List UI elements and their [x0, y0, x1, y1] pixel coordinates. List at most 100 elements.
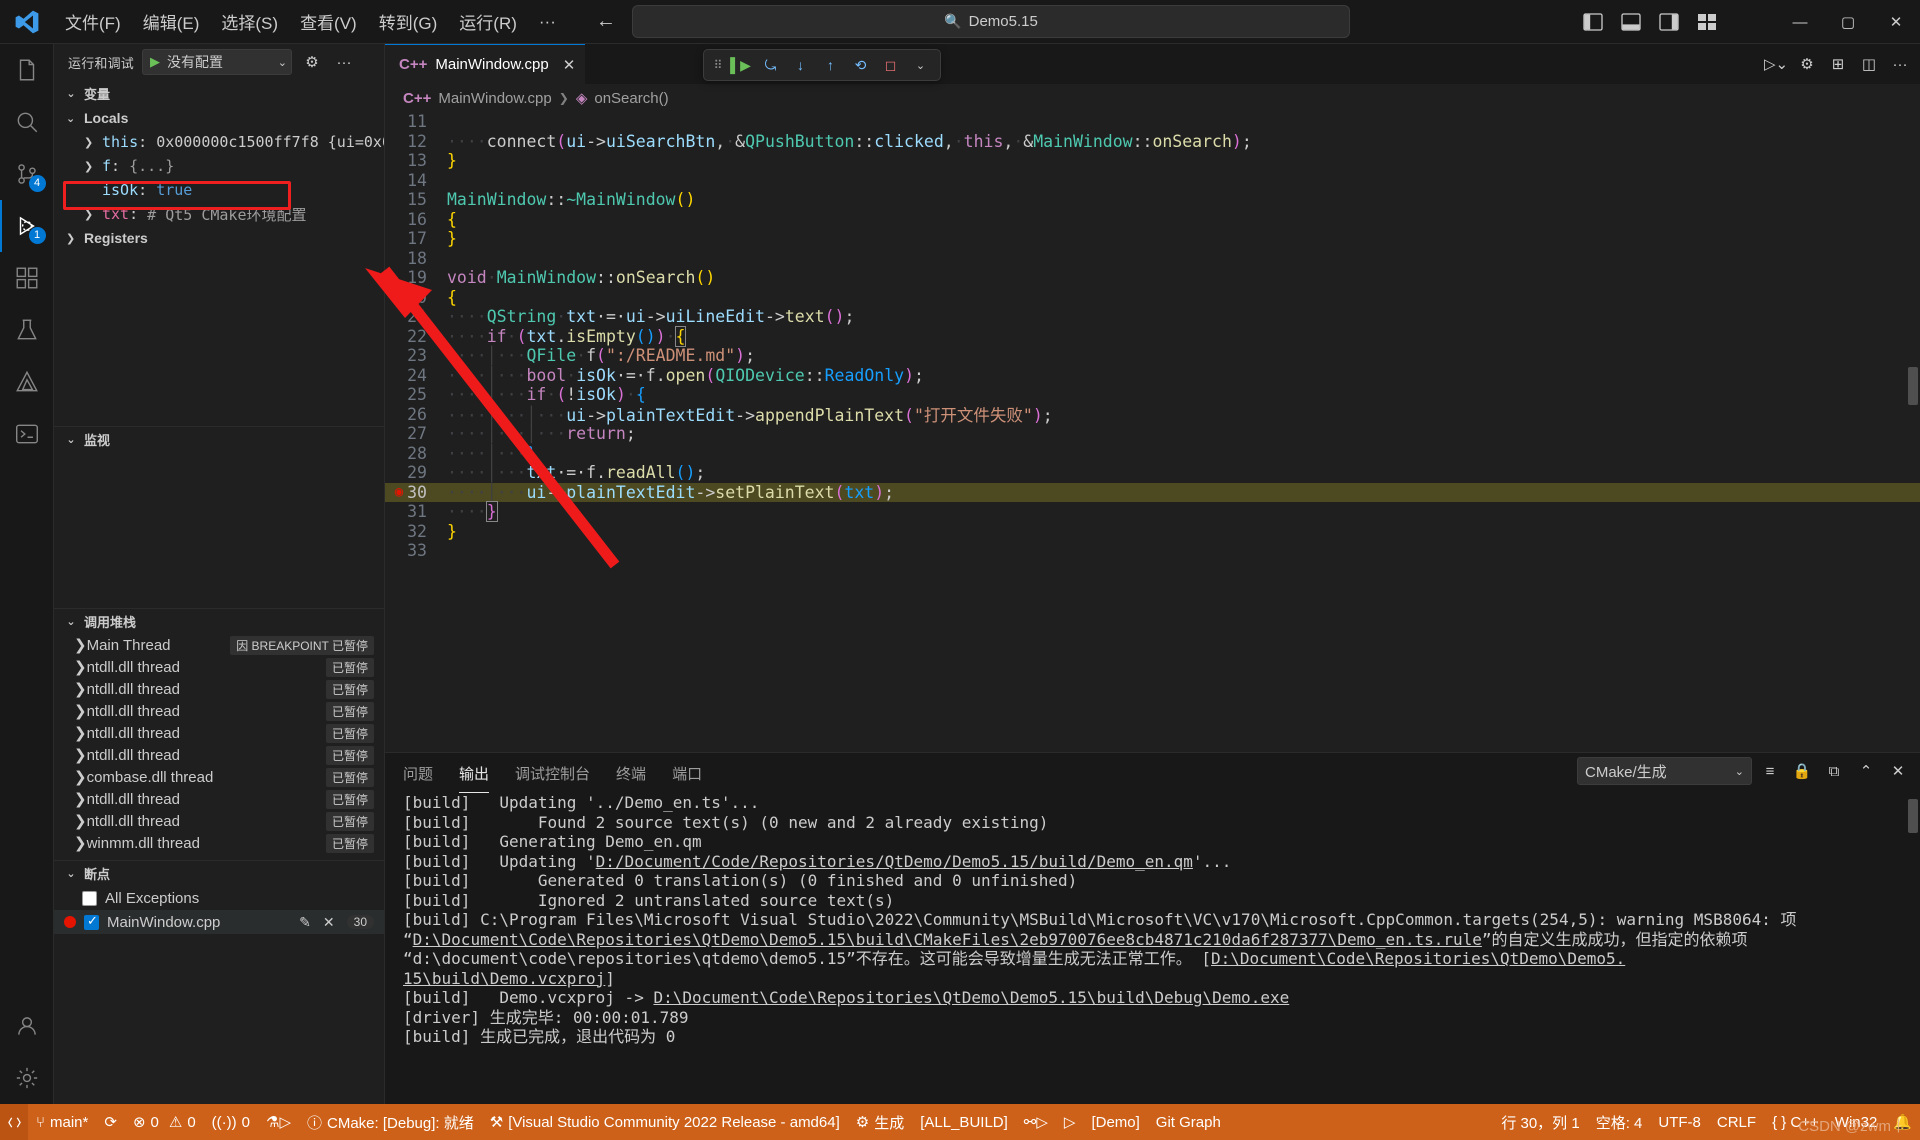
- menu-edit[interactable]: 编辑(E): [132, 5, 211, 38]
- tab-ports[interactable]: 端口: [672, 753, 702, 793]
- chevron-right-icon[interactable]: ❯: [84, 208, 102, 221]
- activity-remote-terminal[interactable]: [0, 408, 54, 460]
- minimize-button[interactable]: —: [1776, 0, 1824, 44]
- step-into-icon[interactable]: ↓: [787, 52, 814, 78]
- code-line[interactable]: 23 ····│···QFile·f(":/README.md");: [385, 346, 1920, 366]
- debug-configuration-select[interactable]: ▶ 没有配置 ⌄: [142, 49, 293, 75]
- variable-row-txt[interactable]: ❯ txt : # Qt5 CMake环境配置: [54, 202, 384, 226]
- chevron-right-icon[interactable]: ❯: [74, 812, 87, 830]
- status-build-target[interactable]: [ALL_BUILD]: [912, 1104, 1016, 1140]
- split-editor-icon[interactable]: ◫: [1855, 50, 1883, 78]
- code-line[interactable]: 15 MainWindow::~MainWindow(): [385, 190, 1920, 210]
- step-out-icon[interactable]: ↑: [817, 52, 844, 78]
- callstack-thread-row[interactable]: ❯ ntdll.dll thread 已暂停: [54, 678, 384, 700]
- code-line[interactable]: 22 ····if·(txt.isEmpty())·{: [385, 325, 1920, 347]
- toggle-primary-sidebar-icon[interactable]: [1576, 5, 1610, 39]
- breakpoint-gutter-icon[interactable]: ◉: [390, 484, 408, 500]
- section-callstack[interactable]: ⌄ 调用堆栈: [54, 608, 384, 634]
- editor-scrollbar[interactable]: [1906, 112, 1920, 636]
- menu-more[interactable]: ···: [528, 8, 567, 36]
- continue-icon[interactable]: ▌▶: [727, 52, 754, 78]
- code-line[interactable]: 12 ····connect(ui->uiSearchBtn,·&QPushBut…: [385, 132, 1920, 152]
- callstack-thread-row[interactable]: ❯ ntdll.dll thread 已暂停: [54, 744, 384, 766]
- status-branch[interactable]: ⑂ main*: [28, 1104, 96, 1140]
- status-encoding[interactable]: UTF-8: [1650, 1104, 1709, 1140]
- code-line[interactable]: 31 ····}: [385, 501, 1920, 523]
- status-launch-target-name[interactable]: [Demo]: [1083, 1104, 1147, 1140]
- callstack-thread-row[interactable]: ❯ ntdll.dll thread 已暂停: [54, 788, 384, 810]
- scrollbar-thumb[interactable]: [1908, 367, 1918, 405]
- chevron-right-icon[interactable]: ❯: [74, 768, 87, 786]
- activity-run-and-debug[interactable]: 1: [0, 200, 54, 252]
- panel-scrollbar-thumb[interactable]: [1908, 799, 1918, 833]
- start-debug-icon[interactable]: ▶: [150, 54, 160, 70]
- code-line[interactable]: 18: [385, 249, 1920, 269]
- activity-extensions[interactable]: [0, 252, 54, 304]
- status-debug-alt[interactable]: ⚗▷: [258, 1104, 299, 1140]
- close-button[interactable]: ✕: [1872, 0, 1920, 44]
- stop-icon[interactable]: ◻: [877, 52, 904, 78]
- chevron-right-icon[interactable]: ❯: [66, 232, 84, 245]
- run-or-debug-icon[interactable]: ▷⌄: [1762, 50, 1790, 78]
- collapse-panel-icon[interactable]: ⌃: [1852, 757, 1880, 785]
- chevron-right-icon[interactable]: ❯: [74, 746, 87, 764]
- activity-source-control[interactable]: 4: [0, 148, 54, 200]
- status-git-graph[interactable]: Git Graph: [1148, 1104, 1229, 1140]
- breadcrumb-file[interactable]: MainWindow.cpp: [438, 90, 551, 107]
- status-cmake-kit[interactable]: ⚒ [Visual Studio Community 2022 Release …: [482, 1104, 848, 1140]
- variables-scope-registers[interactable]: ❯ Registers: [54, 226, 384, 250]
- status-sync[interactable]: ⟳: [96, 1104, 125, 1140]
- sidebar-more-actions-icon[interactable]: ···: [332, 50, 356, 74]
- activity-settings[interactable]: [0, 1052, 54, 1104]
- code-line[interactable]: 29 ····│···txt·=·f.readAll();: [385, 463, 1920, 483]
- chevron-right-icon[interactable]: ❯: [74, 790, 87, 808]
- chevron-right-icon[interactable]: ❯: [74, 680, 87, 698]
- checkbox[interactable]: [84, 913, 99, 930]
- callstack-thread-row[interactable]: ❯ ntdll.dll thread 已暂停: [54, 700, 384, 722]
- code-line[interactable]: ◉ 30 ····│···ui->plainTextEdit->setPlainTe…: [385, 482, 1920, 502]
- callstack-thread-row[interactable]: ❯ ntdll.dll thread 已暂停: [54, 810, 384, 832]
- code-line[interactable]: 32}: [385, 522, 1920, 542]
- callstack-thread-row[interactable]: ❯ combase.dll thread 已暂停: [54, 766, 384, 788]
- chevron-right-icon[interactable]: ❯: [74, 834, 87, 852]
- status-launch-target[interactable]: ▷: [1056, 1104, 1084, 1140]
- chevron-right-icon[interactable]: ❯: [74, 702, 87, 720]
- code-line[interactable]: 28 ····│···}: [385, 444, 1920, 464]
- output-content[interactable]: [build] Updating '../Demo_en.ts'... [buil…: [385, 793, 1908, 1104]
- chevron-right-icon[interactable]: ❯: [74, 636, 87, 654]
- menu-run[interactable]: 运行(R): [448, 5, 528, 38]
- test-coverage-icon[interactable]: ⊞: [1824, 50, 1852, 78]
- callstack-thread-row[interactable]: ❯ ntdll.dll thread 已暂停: [54, 722, 384, 744]
- output-link[interactable]: D:/Document/Code/Repositories/QtDemo/Dem…: [596, 852, 1193, 871]
- code-line[interactable]: 19 void·MainWindow::onSearch(): [385, 268, 1920, 288]
- activity-cmake[interactable]: [0, 356, 54, 408]
- customize-layout-icon[interactable]: [1690, 5, 1724, 39]
- remote-window-icon[interactable]: [0, 1104, 28, 1140]
- tab-terminal[interactable]: 终端: [616, 753, 646, 793]
- toggle-secondary-sidebar-icon[interactable]: [1652, 5, 1686, 39]
- dropdown-icon[interactable]: ⌄: [907, 52, 934, 78]
- code-line[interactable]: 26 ····│···│···ui->plainTextEdit->appendP…: [385, 405, 1920, 426]
- status-cursor-position[interactable]: 行 30，列 1: [1493, 1104, 1587, 1140]
- lock-scroll-icon[interactable]: 🔒: [1788, 757, 1816, 785]
- variable-row-isok[interactable]: isOk : true: [54, 178, 384, 202]
- code-line[interactable]: 16 {: [385, 210, 1920, 230]
- chevron-right-icon[interactable]: ❯: [74, 724, 87, 742]
- variable-row-this[interactable]: ❯ this : 0x000000c1500ff7f8 {ui=0x000002…: [54, 130, 384, 154]
- status-cmake-state[interactable]: ⓘ CMake: [Debug]: 就绪: [299, 1104, 482, 1140]
- section-variables[interactable]: ⌄ 变量: [54, 80, 384, 106]
- chevron-right-icon[interactable]: ❯: [84, 136, 102, 149]
- section-breakpoints[interactable]: ⌄ 断点: [54, 860, 384, 886]
- output-link[interactable]: 15\build\Demo.vcxproj: [403, 969, 605, 988]
- menu-selection[interactable]: 选择(S): [210, 5, 289, 38]
- status-debug-target[interactable]: ⚯▷: [1016, 1104, 1056, 1140]
- toggle-panel-icon[interactable]: [1614, 5, 1648, 39]
- output-link[interactable]: D:\Document\Code\Repositories\QtDemo\Dem…: [413, 930, 1482, 949]
- code-line[interactable]: 21 ····QString·txt·=·ui->uiLineEdit->text…: [385, 307, 1920, 327]
- tab-debug-console[interactable]: 调试控制台: [515, 753, 590, 793]
- code-line[interactable]: 14: [385, 171, 1920, 191]
- clear-output-icon[interactable]: ≡: [1756, 757, 1784, 785]
- chevron-right-icon[interactable]: ❯: [74, 658, 87, 676]
- restart-icon[interactable]: ⟲: [847, 52, 874, 78]
- tab-problems[interactable]: 问题: [403, 753, 433, 793]
